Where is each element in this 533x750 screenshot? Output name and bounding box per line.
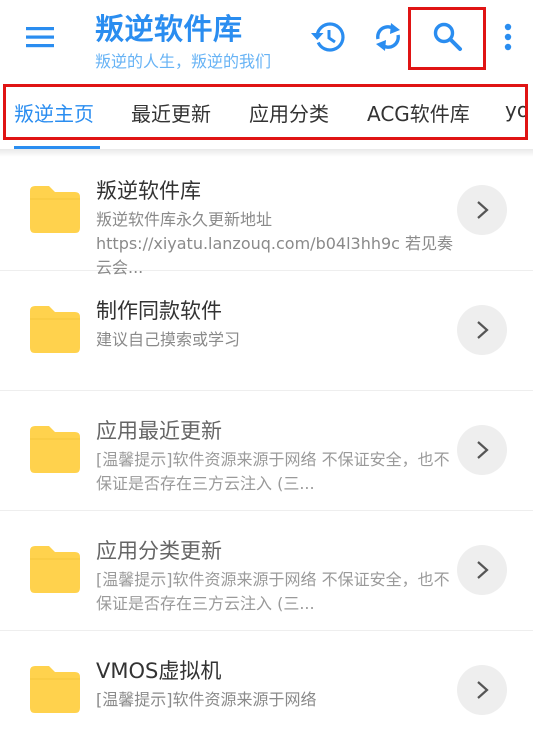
item-title: 叛逆软件库 [96,179,201,203]
app-subtitle: 叛逆的人生，叛逆的我们 [95,52,272,71]
item-title: 应用最近更新 [96,419,222,443]
item-title: 应用分类更新 [96,539,222,563]
item-description: [温馨提示]软件资源来源于网络 不保证安全，也不保证是否存在三方云注入 (三..… [96,570,450,613]
item-description: [温馨提示]软件资源来源于网络 [96,690,317,709]
list-item[interactable]: 应用最近更新 [温馨提示]软件资源来源于网络 不保证安全，也不保证是否存在三方云… [0,392,533,511]
chevron-right-icon [477,681,489,699]
list-item[interactable]: 制作同款软件 建议自己摸索或学习 [0,272,533,391]
app-bar: 叛逆软件库 叛逆的人生，叛逆的我们 [0,0,533,82]
hamburger-menu-icon [26,27,54,48]
search-highlight-box [408,7,486,70]
app-title: 叛逆软件库 [95,12,243,46]
item-title: 制作同款软件 [96,299,222,323]
chevron-right-icon [477,201,489,219]
chevron-right-icon [477,321,489,339]
tabs-highlight-box [3,84,528,140]
chevron-right-icon [477,561,489,579]
chevron-right-icon [477,441,489,459]
refresh-icon [376,23,400,51]
open-button[interactable] [457,665,507,715]
item-title: VMOS虚拟机 [96,659,222,683]
item-description: 叛逆软件库永久更新地址 https://xiyatu.lanzouq.com/b… [96,210,454,277]
folder-icon [30,666,80,713]
history-icon [311,22,345,52]
list-item[interactable]: VMOS虚拟机 [温馨提示]软件资源来源于网络 [0,632,533,750]
more-options-button[interactable] [488,17,528,57]
menu-button[interactable] [24,22,58,52]
folder-icon [30,186,80,233]
folder-icon [30,426,80,473]
refresh-button[interactable] [368,17,408,57]
folder-icon [30,546,80,593]
open-button[interactable] [457,185,507,235]
folder-icon [30,306,80,353]
open-button[interactable] [457,305,507,355]
list-item[interactable]: 叛逆软件库 叛逆软件库永久更新地址 https://xiyatu.lanzouq… [0,152,533,277]
more-vertical-icon [504,23,512,51]
open-button[interactable] [457,545,507,595]
item-description: 建议自己摸索或学习 [96,330,241,349]
item-description: [温馨提示]软件资源来源于网络 不保证安全，也不保证是否存在三方云注入 (三..… [96,450,450,493]
open-button[interactable] [457,425,507,475]
history-button[interactable] [309,17,349,57]
list-item[interactable]: 应用分类更新 [温馨提示]软件资源来源于网络 不保证安全，也不保证是否存在三方云… [0,512,533,631]
